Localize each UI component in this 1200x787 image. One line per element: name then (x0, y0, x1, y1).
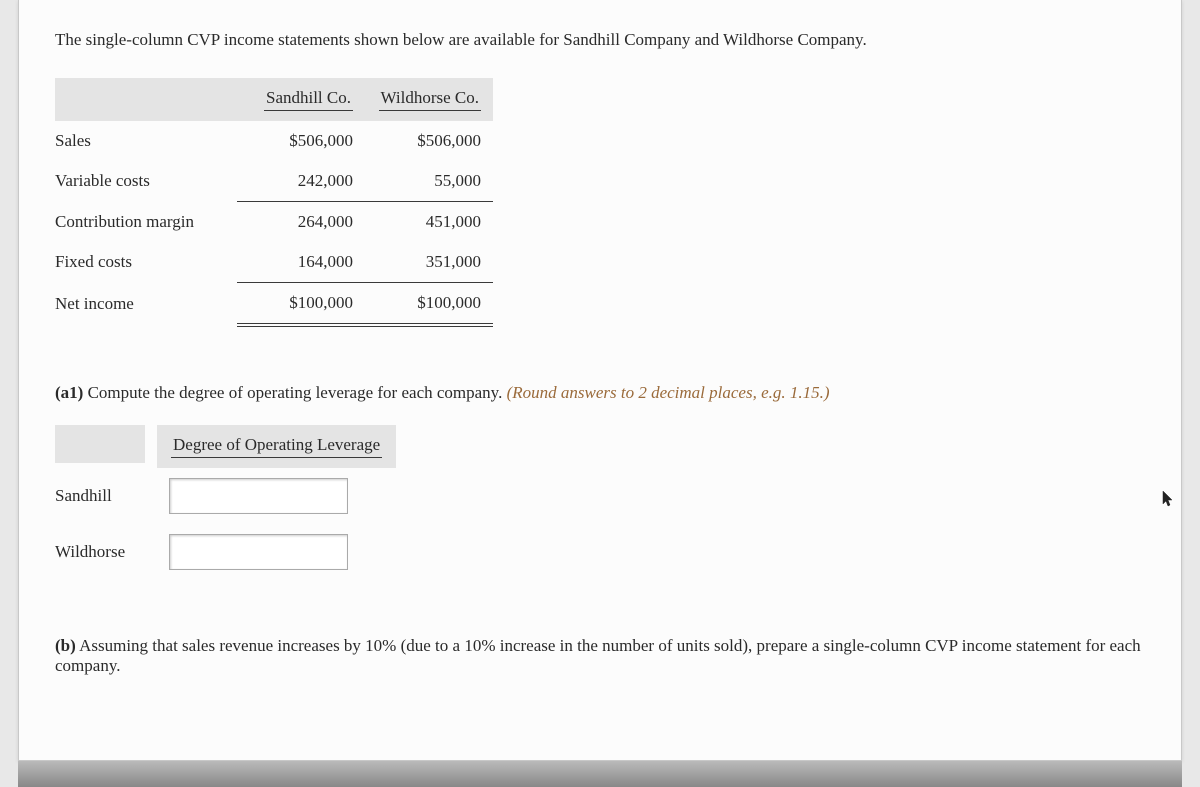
cell-ni-c2: $100,000 (365, 283, 493, 326)
table-row: Net income $100,000 $100,000 (55, 283, 493, 326)
table-header-blank (55, 78, 237, 121)
dol-input-wildhorse[interactable] (169, 534, 348, 570)
a1-tag: (a1) (55, 383, 83, 402)
table-row: Contribution margin 264,000 451,000 (55, 202, 493, 243)
table-header-wildhorse: Wildhorse Co. (365, 78, 493, 121)
dol-input-sandhill[interactable] (169, 478, 348, 514)
a1-text: Compute the degree of operating leverage… (83, 383, 506, 402)
cell-sales-c1: $506,000 (237, 121, 365, 161)
table-row: Sandhill (55, 468, 396, 524)
row-label-cm: Contribution margin (55, 202, 237, 243)
b-tag: (b) (55, 636, 76, 655)
row-label-varcost: Variable costs (55, 161, 237, 202)
row-label-sales: Sales (55, 121, 237, 161)
cell-varcost-c2: 55,000 (365, 161, 493, 202)
a1-hint: (Round answers to 2 decimal places, e.g.… (507, 383, 830, 402)
cursor-icon (1162, 490, 1176, 513)
cell-cm-c2: 451,000 (365, 202, 493, 243)
page-bottom-shadow (18, 761, 1182, 787)
cell-fixed-c1: 164,000 (237, 242, 365, 283)
table-row: Wildhorse (55, 524, 396, 580)
table-header-sandhill: Sandhill Co. (237, 78, 365, 121)
table-row: Sales $506,000 $506,000 (55, 121, 493, 161)
row-label-fixed: Fixed costs (55, 242, 237, 283)
dol-row-sandhill: Sandhill (55, 468, 157, 524)
table-row: Fixed costs 164,000 351,000 (55, 242, 493, 283)
dol-row-wildhorse: Wildhorse (55, 524, 157, 580)
question-b: (b) Assuming that sales revenue increase… (55, 636, 1145, 676)
cvp-table: Sandhill Co. Wildhorse Co. Sales $506,00… (55, 78, 493, 327)
cell-sales-c2: $506,000 (365, 121, 493, 161)
intro-text: The single-column CVP income statements … (55, 30, 1145, 50)
question-a1: (a1) Compute the degree of operating lev… (55, 383, 1145, 403)
b-text: Assuming that sales revenue increases by… (55, 636, 1141, 675)
cell-fixed-c2: 351,000 (365, 242, 493, 283)
table-row: Variable costs 242,000 55,000 (55, 161, 493, 202)
dol-table: Degree of Operating Leverage Sandhill Wi… (55, 425, 396, 580)
cell-cm-c1: 264,000 (237, 202, 365, 243)
row-label-ni: Net income (55, 283, 237, 326)
cell-ni-c1: $100,000 (237, 283, 365, 326)
dol-header: Degree of Operating Leverage (157, 425, 396, 468)
cell-varcost-c1: 242,000 (237, 161, 365, 202)
dol-header-blank (55, 425, 145, 463)
